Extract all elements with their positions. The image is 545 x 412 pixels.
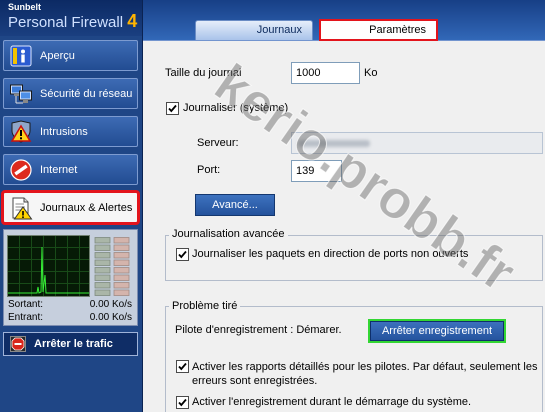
incoming-label: Entrant: bbox=[8, 312, 44, 323]
closed-ports-label: Journaliser les paquets en direction de … bbox=[192, 248, 469, 260]
sidebar-item-apercu[interactable]: Aperçu bbox=[3, 40, 138, 71]
brand-name: Sunbelt bbox=[8, 2, 41, 12]
sidebar-item-intrusions[interactable]: Intrusions bbox=[3, 116, 138, 147]
stop-icon bbox=[10, 336, 26, 352]
outgoing-traffic-row: Sortant: 0.00 Ko/s bbox=[8, 299, 132, 311]
port-input[interactable] bbox=[291, 160, 342, 182]
boot-logging-label: Activer l'enregistrement durant le démar… bbox=[192, 396, 472, 408]
sidebar-item-label: Aperçu bbox=[40, 49, 75, 62]
firewall-window: Sunbelt Personal Firewall 4 Aperçu Sécur… bbox=[0, 0, 545, 412]
sidebar-item-label: Journaux & Alertes bbox=[40, 201, 133, 214]
sidebar-item-logs-alerts[interactable]: Journaux & Alertes bbox=[1, 190, 140, 225]
traffic-graph bbox=[7, 235, 90, 297]
incoming-traffic-row: Entrant: 0.00 Ko/s bbox=[8, 312, 132, 324]
sidebar: Sunbelt Personal Firewall 4 Aperçu Sécur… bbox=[0, 0, 143, 412]
verbose-drivers-checkbox[interactable] bbox=[176, 360, 189, 373]
log-size-input[interactable] bbox=[291, 62, 360, 84]
advanced-logging-title: Journalisation avancée bbox=[169, 228, 288, 241]
traffic-monitor: Sortant: 0.00 Ko/s Entrant: 0.00 Ko/s bbox=[3, 229, 138, 326]
advanced-button[interactable]: Avancé... bbox=[195, 194, 275, 216]
redacted-value bbox=[298, 140, 370, 147]
server-label: Serveur: bbox=[197, 137, 239, 149]
troubleshooting-title: Problème tiré bbox=[169, 300, 241, 313]
product-name: Personal Firewall bbox=[8, 14, 124, 31]
no-entry-icon bbox=[9, 158, 33, 182]
verbose-drivers-label: Activer les rapports détaillés pour les … bbox=[192, 361, 538, 387]
sidebar-item-label: Internet bbox=[40, 163, 78, 176]
port-label: Port: bbox=[197, 164, 221, 176]
log-alert-icon bbox=[9, 196, 33, 220]
stop-logging-button[interactable]: Arrêter enregistrement bbox=[368, 319, 506, 343]
outgoing-label: Sortant: bbox=[8, 299, 44, 310]
log-size-label: Taille du journal bbox=[165, 67, 242, 79]
closed-ports-checkbox[interactable] bbox=[176, 248, 189, 261]
sidebar-item-label: Intrusions bbox=[40, 125, 88, 138]
server-input[interactable] bbox=[291, 132, 543, 154]
tab-settings[interactable]: Paramètres bbox=[319, 19, 438, 41]
syslog-checkbox[interactable] bbox=[166, 102, 179, 115]
product-version: 4 bbox=[127, 11, 138, 31]
product-title: Personal Firewall 4 bbox=[8, 12, 137, 32]
boot-logging-checkbox[interactable] bbox=[176, 396, 189, 409]
info-icon bbox=[9, 44, 33, 68]
stop-traffic-label: Arrêter le trafic bbox=[34, 338, 113, 350]
tab-logs[interactable]: Journaux bbox=[195, 20, 313, 40]
sidebar-item-label: Sécurité du réseau bbox=[40, 87, 133, 100]
sidebar-item-internet[interactable]: Internet bbox=[3, 154, 138, 185]
syslog-label: Journaliser (système) bbox=[183, 102, 289, 114]
traffic-meter bbox=[94, 237, 130, 296]
outgoing-value: 0.00 Ko/s bbox=[89, 299, 132, 310]
stop-traffic-button[interactable]: Arrêter le trafic bbox=[3, 332, 138, 356]
logo: Sunbelt Personal Firewall 4 bbox=[0, 0, 142, 36]
driver-status: Pilote d'enregistrement : Démarer. bbox=[175, 324, 342, 336]
network-icon bbox=[9, 82, 33, 106]
log-size-unit: Ko bbox=[364, 67, 378, 79]
sidebar-item-network-security[interactable]: Sécurité du réseau bbox=[3, 78, 138, 109]
shield-warning-icon bbox=[9, 119, 33, 144]
incoming-value: 0.00 Ko/s bbox=[89, 312, 132, 323]
